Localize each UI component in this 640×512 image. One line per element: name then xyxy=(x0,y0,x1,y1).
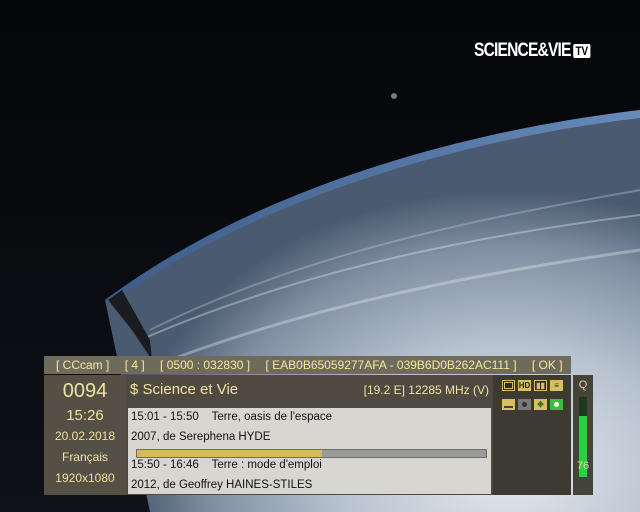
clock-time: 15:26 xyxy=(66,407,104,424)
signal-quality-label: Q xyxy=(578,379,588,391)
now-event-progress-fill xyxy=(137,450,322,457)
signal-quality-meter: Q 76 xyxy=(573,375,593,495)
service-flags-panel: HD ▮▮ ≡ ✥ xyxy=(493,375,571,495)
dolby-icon: ▮▮ xyxy=(534,380,547,391)
decode-result-label: [ OK ] xyxy=(531,358,563,372)
program-info-panel: $ Science et Vie [19.2 E] 12285 MHz (V) … xyxy=(126,375,493,495)
channel-title-row: $ Science et Vie [19.2 E] 12285 MHz (V) xyxy=(126,375,493,405)
subtitle-icon xyxy=(502,399,515,410)
channel-logo: SCIENCE&VIE TV xyxy=(474,40,591,62)
next-event-time: 15:50 - 16:46 xyxy=(131,459,199,471)
now-event-row: 15:01 - 15:50 Terre, oasis de l'espace xyxy=(131,411,332,423)
next-event-row: 15:50 - 16:46 Terre : mode d'emploi xyxy=(131,459,322,471)
video-resolution: 1920x1080 xyxy=(55,471,115,485)
next-event-details: 2012, de Geoffrey HAINES-STILES xyxy=(131,479,313,491)
channel-name: $ Science et Vie xyxy=(130,381,239,398)
cam-label: [ CCcam ] xyxy=(56,358,110,372)
now-event-details: 2007, de Serephena HYDE xyxy=(131,431,271,443)
now-event-title: Terre, oasis de l'espace xyxy=(211,411,333,423)
now-event-progress xyxy=(136,449,487,458)
epg-box: 15:01 - 15:50 Terre, oasis de l'espace 2… xyxy=(128,408,491,494)
next-event-title: Terre : mode d'emploi xyxy=(211,459,322,471)
caid-label: [ 0500 : 032830 ] xyxy=(160,358,251,372)
audio-language: Français xyxy=(61,450,108,464)
now-event-time: 15:01 - 15:50 xyxy=(131,411,199,423)
channel-logo-text: SCIENCE&VIE xyxy=(474,40,571,61)
current-date: 20.02.2018 xyxy=(54,429,116,443)
teletext-icon: ≡ xyxy=(550,380,563,391)
network-icon: ✥ xyxy=(534,399,547,410)
tv-badge: TV xyxy=(573,43,591,58)
channel-info-column: 0094 15:26 20.02.2018 Français 1920x1080 xyxy=(44,375,126,495)
control-word-label: [ EAB0B65059277AFA - 039B6D0B262AC111 ] xyxy=(265,358,517,372)
hd-icon: HD xyxy=(518,380,531,391)
decoder-status-bar: [ CCcam ] [ 4 ] [ 0500 : 032830 ] [ EAB0… xyxy=(44,356,571,374)
slot-label: [ 4 ] xyxy=(124,358,145,372)
channel-number: 0094 xyxy=(62,380,108,402)
record-icon xyxy=(550,399,563,410)
tv-icon xyxy=(502,380,515,391)
scrambled-icon xyxy=(518,399,531,410)
transponder-info: [19.2 E] 12285 MHz (V) xyxy=(363,383,489,397)
signal-quality-value: 76 xyxy=(576,460,590,472)
